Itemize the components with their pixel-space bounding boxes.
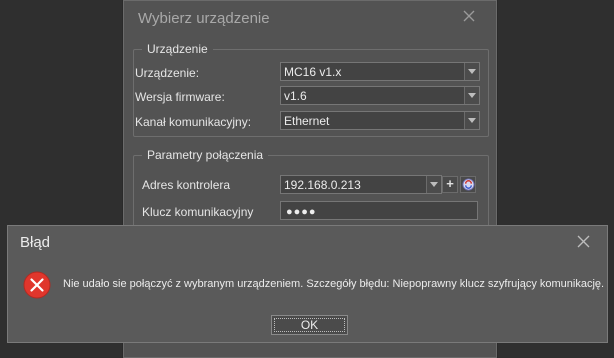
channel-select-value: Ethernet xyxy=(284,114,330,128)
connection-group-legend: Parametry połączenia xyxy=(142,148,269,162)
error-dialog: Błąd Nie udało sie połączyć z wybranym u… xyxy=(7,225,608,343)
firmware-select[interactable]: v1.6 xyxy=(280,86,480,105)
channel-select[interactable]: Ethernet xyxy=(280,111,480,130)
key-input[interactable]: ●●●● xyxy=(280,201,478,220)
refresh-icon xyxy=(461,178,475,191)
plus-icon: + xyxy=(446,176,454,191)
add-address-button[interactable]: + xyxy=(442,176,458,193)
key-value: ●●●● xyxy=(286,206,317,218)
error-icon xyxy=(23,271,51,299)
close-icon[interactable] xyxy=(577,235,590,248)
device-group-legend: Urządzenie xyxy=(142,42,213,56)
device-select[interactable]: MC16 v1.x xyxy=(280,62,480,81)
key-label: Klucz komunikacyjny xyxy=(142,205,254,219)
address-value: 192.168.0.213 xyxy=(284,178,361,192)
connection-group: Parametry połączenia xyxy=(133,148,489,235)
chevron-down-icon[interactable] xyxy=(464,63,479,80)
device-select-value: MC16 v1.x xyxy=(284,65,342,79)
close-icon[interactable] xyxy=(462,9,476,23)
firmware-label: Wersja firmware: xyxy=(135,90,225,104)
chevron-down-icon[interactable] xyxy=(464,112,479,129)
channel-label: Kanał komunikacyjny: xyxy=(135,115,252,129)
address-label: Adres kontrolera xyxy=(142,178,231,192)
address-combo[interactable]: 192.168.0.213 xyxy=(280,175,442,194)
error-dialog-title: Błąd xyxy=(20,234,51,251)
device-label: Urządzenie: xyxy=(135,66,200,80)
firmware-select-value: v1.6 xyxy=(284,89,307,103)
ok-button[interactable]: OK xyxy=(271,315,348,335)
chevron-down-icon[interactable] xyxy=(426,176,441,193)
error-message: Nie udało sie połączyć z wybranym urządz… xyxy=(63,278,605,290)
refresh-button[interactable] xyxy=(460,176,476,193)
chevron-down-icon[interactable] xyxy=(464,87,479,104)
dialog-title: Wybierz urządzenie xyxy=(138,10,270,27)
